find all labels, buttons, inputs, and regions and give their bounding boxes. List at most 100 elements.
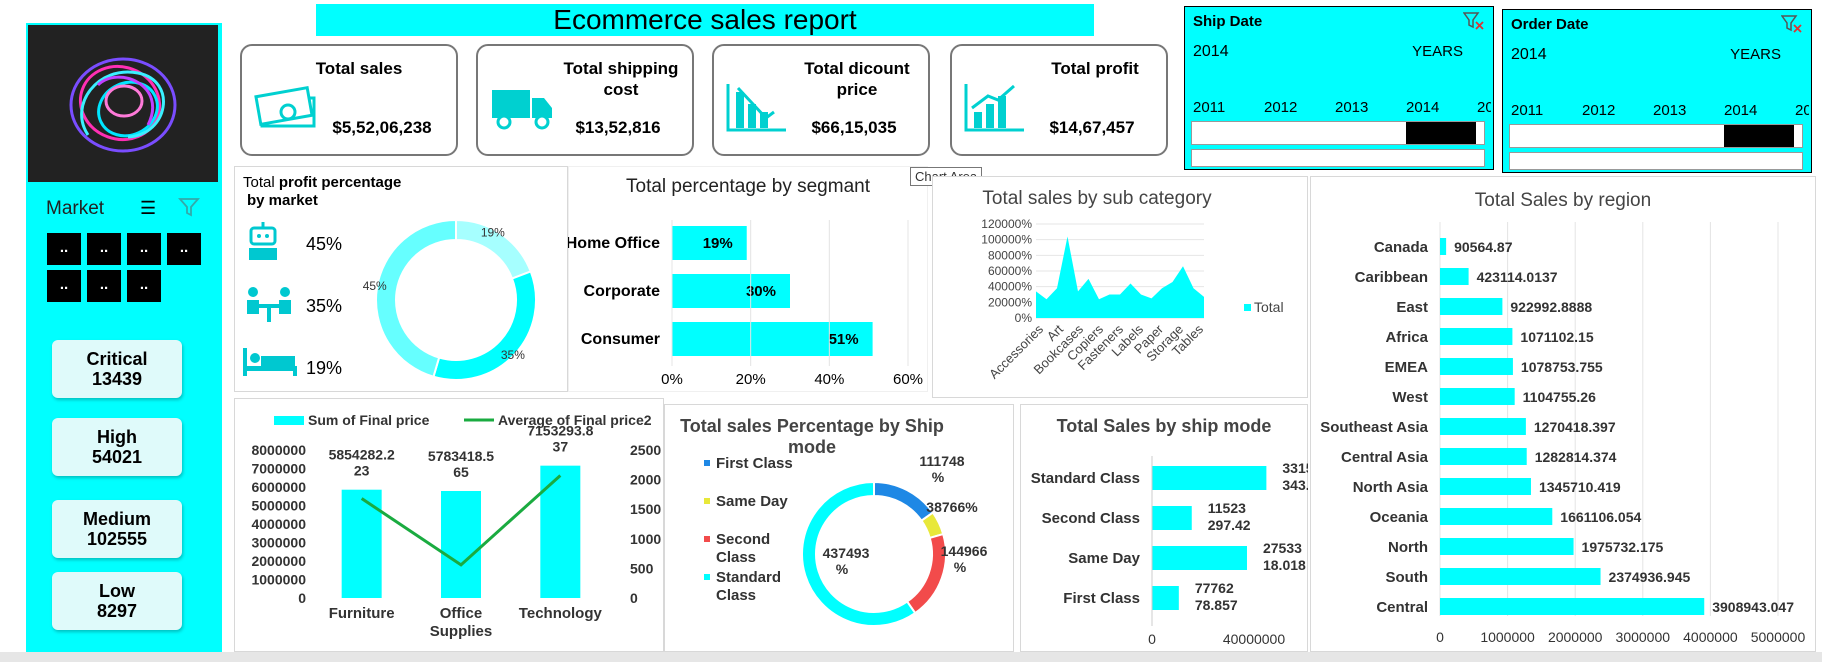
tick-label: 20%	[736, 371, 766, 388]
data-label: 37	[553, 439, 569, 455]
priority-card-medium: Medium 102555	[52, 500, 182, 558]
meeting-icon	[243, 284, 295, 329]
tick-label: 2500	[630, 442, 661, 458]
timeline-year: 2014	[1406, 99, 1440, 116]
slice-label: 19%	[481, 226, 505, 240]
data-label: 77762	[1195, 580, 1234, 596]
market-tile[interactable]: ..	[47, 270, 81, 302]
category-bar	[341, 489, 382, 598]
chart-title: Total sales Percentage by Ship mode	[680, 416, 944, 457]
category-label: South	[1386, 569, 1429, 586]
tick-label: 20000%	[988, 295, 1032, 309]
timeline-year: 2011	[1193, 99, 1226, 116]
data-label: 90564.87	[1454, 239, 1513, 255]
time-level-dropdown[interactable]: YEARS	[1412, 43, 1463, 60]
category-label: Africa	[1385, 329, 1428, 346]
time-level-dropdown[interactable]: YEARS	[1730, 46, 1781, 63]
category-combo-chart: Sum of Final price Average of Final price…	[251, 412, 661, 640]
data-label: 1270418.397	[1534, 419, 1616, 435]
donut-slice	[432, 270, 537, 381]
timeline-year: 2013	[1335, 99, 1369, 116]
kpi-label: Total profit	[1051, 59, 1139, 78]
category-label: Home Office	[568, 235, 660, 252]
ship-mode-donut-chart: First ClassSame DaySecondClassStandardCl…	[704, 456, 988, 627]
market-pct: 19%	[306, 358, 343, 378]
data-label: 33153	[1282, 460, 1308, 476]
kpi-total-profit: Total profit $14,67,457	[950, 44, 1168, 156]
category-label: Furniture	[329, 605, 395, 622]
legend-swatch	[704, 498, 710, 504]
timeline-year: 2012	[1264, 99, 1298, 116]
legend-swatch	[1244, 304, 1251, 311]
kpi-value: $13,52,816	[575, 118, 661, 137]
data-label: 65	[453, 464, 469, 480]
category-label: Second Class	[1042, 510, 1140, 527]
data-label: 27533	[1263, 540, 1302, 556]
market-tile[interactable]: ..	[47, 233, 81, 265]
tick-label: 4000000	[251, 516, 306, 532]
timeline-selection[interactable]	[1724, 125, 1794, 147]
data-label: 2374936.945	[1609, 569, 1691, 585]
tick-label: 0	[630, 590, 638, 606]
region-bar	[1440, 448, 1527, 465]
legend-swatch	[704, 460, 710, 466]
market-tile[interactable]: ..	[127, 233, 161, 265]
logo	[28, 25, 218, 182]
data-label: 1975732.175	[1582, 539, 1664, 555]
category-label: Office	[440, 605, 483, 622]
truck-icon	[492, 90, 552, 130]
slicer-title: Ship Date	[1193, 13, 1263, 30]
market-tile[interactable]: ..	[167, 233, 201, 265]
market-tile[interactable]: ..	[87, 270, 121, 302]
ship-mode-bar	[1152, 546, 1247, 570]
multi-select-icon[interactable]: ☰	[140, 198, 156, 219]
market-tile[interactable]: ..	[127, 270, 161, 302]
data-label: 51%	[829, 331, 859, 348]
report-title: Ecommerce sales report	[316, 4, 1094, 36]
clear-filter-icon[interactable]	[1780, 14, 1803, 39]
slice-label: 38766%	[926, 499, 978, 515]
category-label: Supplies	[430, 623, 493, 640]
category-bar	[441, 491, 481, 598]
chart-title: Total Sales by ship mode	[1056, 416, 1272, 436]
market-tile[interactable]: ..	[87, 233, 121, 265]
data-label: 1071102.15	[1520, 329, 1593, 345]
ship-date-slicer[interactable]: Ship Date 2014 YEARS 2011 2012 2013 2014…	[1184, 6, 1494, 170]
slicer-title: Order Date	[1511, 16, 1589, 33]
timeline-selection[interactable]	[1406, 122, 1476, 144]
clear-filter-icon[interactable]	[178, 196, 200, 223]
legend-swatch	[704, 574, 710, 580]
clear-filter-icon[interactable]	[1462, 11, 1485, 36]
data-label: 5783418.5	[428, 448, 494, 464]
kpi-value: $66,15,035	[811, 118, 897, 137]
priority-value: 13439	[91, 369, 143, 389]
timeline-bar[interactable]	[1191, 121, 1485, 145]
timeline-year: 2012	[1582, 102, 1616, 119]
timeline-scrollbar[interactable]	[1191, 149, 1485, 167]
category-label: North Asia	[1353, 479, 1429, 496]
category-label: West	[1392, 389, 1428, 406]
data-label: 297.42	[1208, 517, 1251, 533]
slice-label: 111748	[919, 456, 964, 469]
timeline-year: 2011	[1511, 102, 1544, 119]
data-label: 423114.0137	[1477, 269, 1558, 285]
data-label: 1282814.374	[1535, 449, 1617, 465]
data-label: 1078753.755	[1521, 359, 1603, 375]
timeline-bar[interactable]	[1509, 124, 1803, 148]
tick-label: 2000000	[1548, 629, 1603, 645]
tick-label: 8000000	[251, 442, 306, 458]
order-date-slicer[interactable]: Order Date 2014 YEARS 2011 2012 2013 201…	[1502, 9, 1812, 173]
ship-mode-bar	[1152, 586, 1179, 610]
profit-donut-chart: 19% 35% 45%	[363, 218, 537, 381]
legend-label: Second	[716, 531, 770, 548]
tick-label: 40000%	[988, 280, 1032, 294]
region-bar	[1440, 568, 1601, 585]
kpi-discount-price: Total dicount price $66,15,035	[712, 44, 930, 156]
donut-slice	[375, 218, 457, 379]
timeline-scrollbar[interactable]	[1509, 152, 1803, 170]
category-label: North	[1388, 539, 1428, 556]
tick-label: 1500	[630, 501, 661, 517]
region-bar	[1440, 298, 1503, 315]
data-label: 1345710.419	[1539, 479, 1621, 495]
segment-bar-chart: Home Office 19%Corporate 30%Consumer 51%0% 2…	[568, 220, 923, 388]
